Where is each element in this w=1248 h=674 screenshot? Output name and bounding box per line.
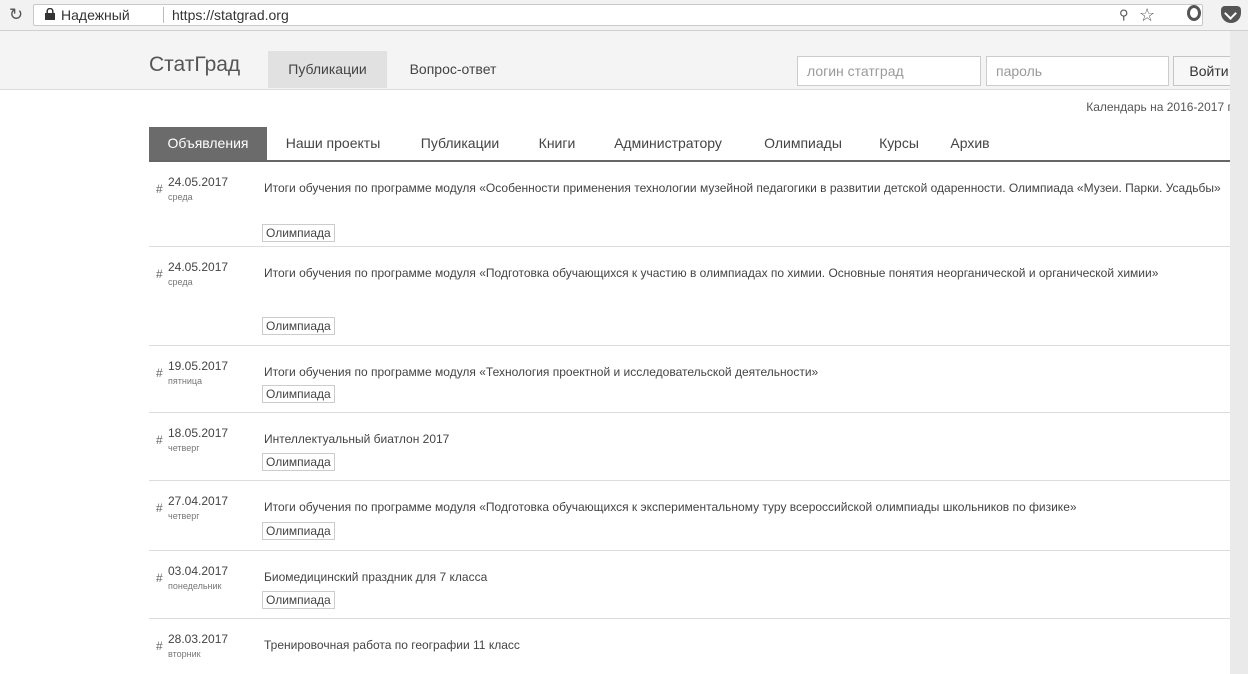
top-nav-label: Публикации xyxy=(288,61,367,77)
item-weekday: четверг xyxy=(168,511,200,521)
item-weekday: четверг xyxy=(168,443,200,453)
permalink-hash[interactable]: # xyxy=(156,267,163,281)
item-title[interactable]: Биомедицинский праздник для 7 класса xyxy=(264,567,1239,587)
item-weekday: среда xyxy=(168,277,193,287)
item-title[interactable]: Тренировочная работа по географии 11 кла… xyxy=(264,635,1239,655)
site-logo[interactable]: СтатГрад xyxy=(149,52,240,78)
opera-icon[interactable] xyxy=(1187,5,1201,21)
permalink-hash[interactable]: # xyxy=(156,182,163,196)
list-item: # 19.05.2017 пятница Итоги обучения по п… xyxy=(149,346,1245,413)
bookmark-star-icon[interactable]: ☆ xyxy=(1139,4,1155,26)
security-label[interactable]: Надежный xyxy=(61,7,130,23)
scrollbar-track[interactable] xyxy=(1230,31,1248,674)
list-item: # 24.05.2017 среда Итоги обучения по про… xyxy=(149,162,1245,247)
item-tag[interactable]: Олимпиада xyxy=(262,522,335,540)
tab-publications[interactable]: Публикации xyxy=(403,127,517,160)
item-date: 27.04.2017 xyxy=(168,494,229,508)
item-weekday: понедельник xyxy=(168,581,222,591)
item-date: 28.03.2017 xyxy=(168,632,229,646)
permalink-hash[interactable]: # xyxy=(156,366,163,380)
list-item: # 24.05.2017 среда Итоги обучения по про… xyxy=(149,247,1245,346)
item-tag[interactable]: Олимпиада xyxy=(262,224,335,242)
item-title[interactable]: Интеллектуальный биатлон 2017 xyxy=(264,429,1239,449)
key-icon[interactable]: ⚲ xyxy=(1119,7,1129,23)
item-weekday: вторник xyxy=(168,649,201,659)
list-item: # 03.04.2017 понедельник Биомедицинский … xyxy=(149,551,1245,619)
permalink-hash[interactable]: # xyxy=(156,501,163,515)
item-title[interactable]: Итоги обучения по программе модуля «Подг… xyxy=(264,263,1239,283)
item-tag[interactable]: Олимпиада xyxy=(262,385,335,403)
address-separator xyxy=(163,7,164,23)
item-tag[interactable]: Олимпиада xyxy=(262,453,335,471)
item-date: 24.05.2017 xyxy=(168,260,229,274)
permalink-hash[interactable]: # xyxy=(156,571,163,585)
permalink-hash[interactable]: # xyxy=(156,639,163,653)
item-date: 24.05.2017 xyxy=(168,175,229,189)
tab-administrator[interactable]: Администратору xyxy=(595,127,741,160)
top-nav-label: Вопрос-ответ xyxy=(409,61,497,77)
item-date: 18.05.2017 xyxy=(168,426,229,440)
list-item: # 18.05.2017 четверг Интеллектуальный би… xyxy=(149,413,1245,481)
login-input[interactable] xyxy=(797,56,981,86)
tab-courses[interactable]: Курсы xyxy=(865,127,933,160)
item-date: 19.05.2017 xyxy=(168,359,229,373)
tab-archive[interactable]: Архив xyxy=(937,127,1003,160)
item-tag[interactable]: Олимпиада xyxy=(262,591,335,609)
item-weekday: пятница xyxy=(168,376,203,386)
tab-announcements[interactable]: Объявления xyxy=(149,127,267,160)
item-title[interactable]: Итоги обучения по программе модуля «Подг… xyxy=(264,497,1239,517)
top-nav-faq[interactable]: Вопрос-ответ xyxy=(389,51,517,88)
permalink-hash[interactable]: # xyxy=(156,433,163,447)
tab-olympiads[interactable]: Олимпиады xyxy=(747,127,859,160)
item-weekday: среда xyxy=(168,192,193,202)
item-tag[interactable]: Олимпиада xyxy=(262,317,335,335)
top-nav-publications[interactable]: Публикации xyxy=(268,51,387,88)
list-item: # 28.03.2017 вторник Тренировочная работ… xyxy=(149,619,1245,674)
calendar-link[interactable]: Календарь на 2016-2017 год xyxy=(1050,100,1245,114)
password-input[interactable] xyxy=(986,56,1169,86)
list-item: # 27.04.2017 четверг Итоги обучения по п… xyxy=(149,481,1245,551)
item-title[interactable]: Итоги обучения по программе модуля «Особ… xyxy=(264,178,1239,198)
item-date: 03.04.2017 xyxy=(168,564,229,578)
url-text[interactable]: https://statgrad.org xyxy=(172,7,289,23)
item-title[interactable]: Итоги обучения по программе модуля «Техн… xyxy=(264,362,1239,382)
tab-our-projects[interactable]: Наши проекты xyxy=(271,127,395,160)
reload-icon[interactable]: ↻ xyxy=(6,5,26,25)
tab-books[interactable]: Книги xyxy=(525,127,589,160)
lock-icon xyxy=(45,8,55,20)
